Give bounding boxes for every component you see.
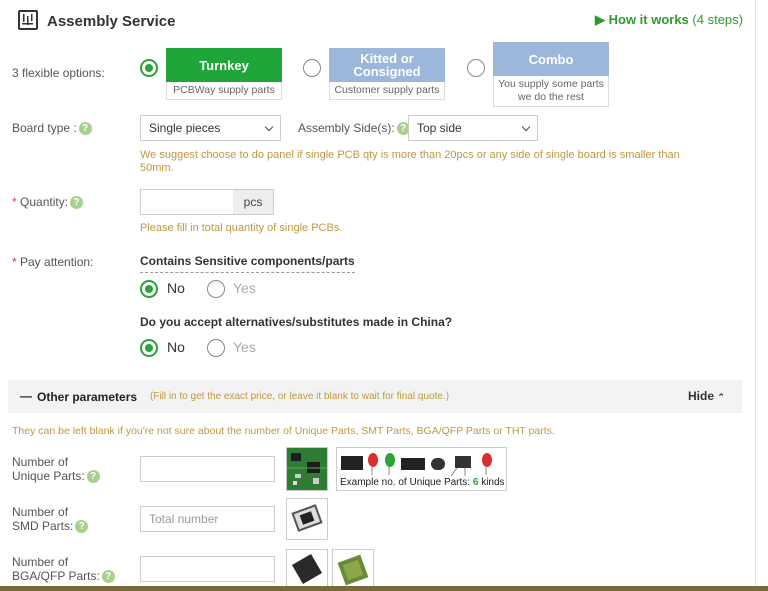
alternatives-yes-label[interactable]: Yes	[233, 339, 256, 355]
quantity-unit: pcs	[233, 189, 274, 215]
alternatives-yes-radio[interactable]	[207, 339, 225, 357]
help-icon[interactable]: ?	[78, 122, 92, 136]
assembly-side-value: Top side	[417, 121, 462, 135]
sensitive-yes-label[interactable]: Yes	[233, 280, 256, 296]
help-icon[interactable]: ?	[86, 470, 100, 484]
help-icon[interactable]: ?	[101, 570, 115, 584]
board-type-select[interactable]: Single pieces	[140, 115, 281, 141]
chevron-down-icon	[521, 122, 531, 131]
chevron-down-icon	[264, 122, 274, 131]
sensitive-yes-radio[interactable]	[207, 280, 225, 298]
pay-attention-label-text: Pay attention:	[16, 255, 94, 269]
option-combo-radio[interactable]	[467, 59, 485, 77]
unique-parts-label-line2: Unique Parts:	[12, 469, 85, 483]
board-type-tip: We suggest choose to do panel if single …	[140, 149, 740, 175]
smd-part-image	[286, 498, 328, 540]
board-type-value: Single pieces	[149, 121, 221, 135]
option-kitted-title-line2: Consigned	[353, 64, 421, 79]
qfp-chip-image	[286, 549, 328, 589]
option-turnkey-radio[interactable]	[140, 59, 158, 77]
hide-button[interactable]: Hide ⌃	[688, 389, 725, 403]
quantity-input[interactable]	[140, 189, 234, 215]
assembly-side-select[interactable]: Top side	[408, 115, 538, 141]
unique-parts-label-line1: Number of	[12, 455, 69, 469]
option-kitted-subtitle: Customer supply parts	[329, 82, 445, 100]
example-caption-text: Example no. of Unique Parts:	[340, 477, 473, 488]
bga-parts-input[interactable]	[140, 556, 275, 582]
option-turnkey-title: Turnkey	[166, 48, 282, 82]
option-kitted-title: Kitted or Consigned	[329, 48, 445, 82]
assembly-side-label-text: Assembly Side(s):	[298, 121, 395, 135]
smd-parts-input[interactable]: Total number	[140, 506, 275, 532]
chevron-up-icon: ⌃	[717, 392, 725, 402]
alternatives-no-label[interactable]: No	[167, 339, 185, 355]
unique-parts-input[interactable]	[140, 456, 275, 482]
example-parts-image: Example no. of Unique Parts: 6 kinds	[336, 447, 507, 491]
option-combo-card[interactable]: Combo You supply some parts we do the re…	[493, 42, 609, 107]
bga-parts-label-line1: Number of	[12, 555, 69, 569]
options-label: 3 flexible options:	[12, 66, 105, 80]
example-caption-suffix: kinds	[478, 477, 505, 488]
other-parameters-note: They can be left blank if you're not sur…	[12, 425, 555, 437]
smd-parts-label: Number of SMD Parts:?	[12, 505, 89, 534]
smd-parts-label-line1: Number of	[12, 505, 69, 519]
option-combo-subtitle-line1: You supply some parts	[498, 78, 604, 90]
quantity-label-text: Quantity:	[16, 195, 69, 209]
smd-parts-label-line2: SMD Parts:	[12, 519, 74, 533]
page-title: Assembly Service	[47, 13, 176, 30]
alternatives-question: Do you accept alternatives/substitutes m…	[140, 315, 453, 329]
board-type-tip-line1: We suggest choose to do panel if single …	[140, 149, 680, 161]
quantity-label: * Quantity:?	[12, 195, 84, 210]
sensitive-components-question: Contains Sensitive components/parts	[140, 254, 355, 273]
alternatives-no-radio[interactable]	[140, 339, 158, 357]
help-icon[interactable]: ?	[70, 196, 84, 210]
board-type-label-text: Board type :	[12, 121, 77, 135]
taskbar-strip	[0, 586, 768, 591]
assembly-icon	[18, 10, 38, 30]
board-type-tip-line2: 50mm.	[140, 162, 174, 174]
sensitive-no-radio[interactable]	[140, 280, 158, 298]
how-it-works-link[interactable]: ▶ How it works (4 steps)	[595, 12, 743, 28]
bga-chip-image	[332, 549, 374, 589]
other-parameters-title: Other parameters	[37, 390, 138, 404]
other-parameters-hint: (Fill in to get the exact price, or leav…	[150, 391, 450, 402]
option-combo-subtitle-line2: we do the rest	[518, 91, 584, 103]
option-turnkey-card[interactable]: Turnkey PCBWay supply parts	[166, 48, 282, 100]
example-caption: Example no. of Unique Parts: 6 kinds	[340, 477, 505, 488]
option-kitted-card[interactable]: Kitted or Consigned Customer supply part…	[329, 48, 445, 100]
assembly-side-label: Assembly Side(s):?	[298, 121, 410, 136]
how-it-works-steps: (4 steps)	[692, 12, 743, 27]
option-combo-subtitle: You supply some parts we do the rest	[493, 76, 609, 107]
collapse-icon[interactable]: —	[20, 389, 32, 403]
assembly-service-panel: Assembly Service ▶ How it works (4 steps…	[0, 0, 756, 591]
option-turnkey-subtitle: PCBWay supply parts	[166, 82, 282, 100]
hide-label: Hide	[688, 389, 715, 403]
quantity-tip: Please fill in total quantity of single …	[140, 222, 343, 234]
bga-parts-label: Number of BGA/QFP Parts:?	[12, 555, 115, 584]
unique-parts-label: Number of Unique Parts:?	[12, 455, 100, 484]
pcb-board-image	[286, 447, 328, 491]
bga-parts-label-line2: BGA/QFP Parts:	[12, 569, 100, 583]
board-type-label: Board type :?	[12, 121, 92, 136]
option-kitted-radio[interactable]	[303, 59, 321, 77]
help-icon[interactable]: ?	[75, 520, 89, 534]
how-it-works-label: ▶ How it works	[595, 12, 689, 27]
option-combo-title: Combo	[493, 42, 609, 76]
pay-attention-label: * Pay attention:	[12, 255, 93, 269]
sensitive-no-label[interactable]: No	[167, 280, 185, 296]
